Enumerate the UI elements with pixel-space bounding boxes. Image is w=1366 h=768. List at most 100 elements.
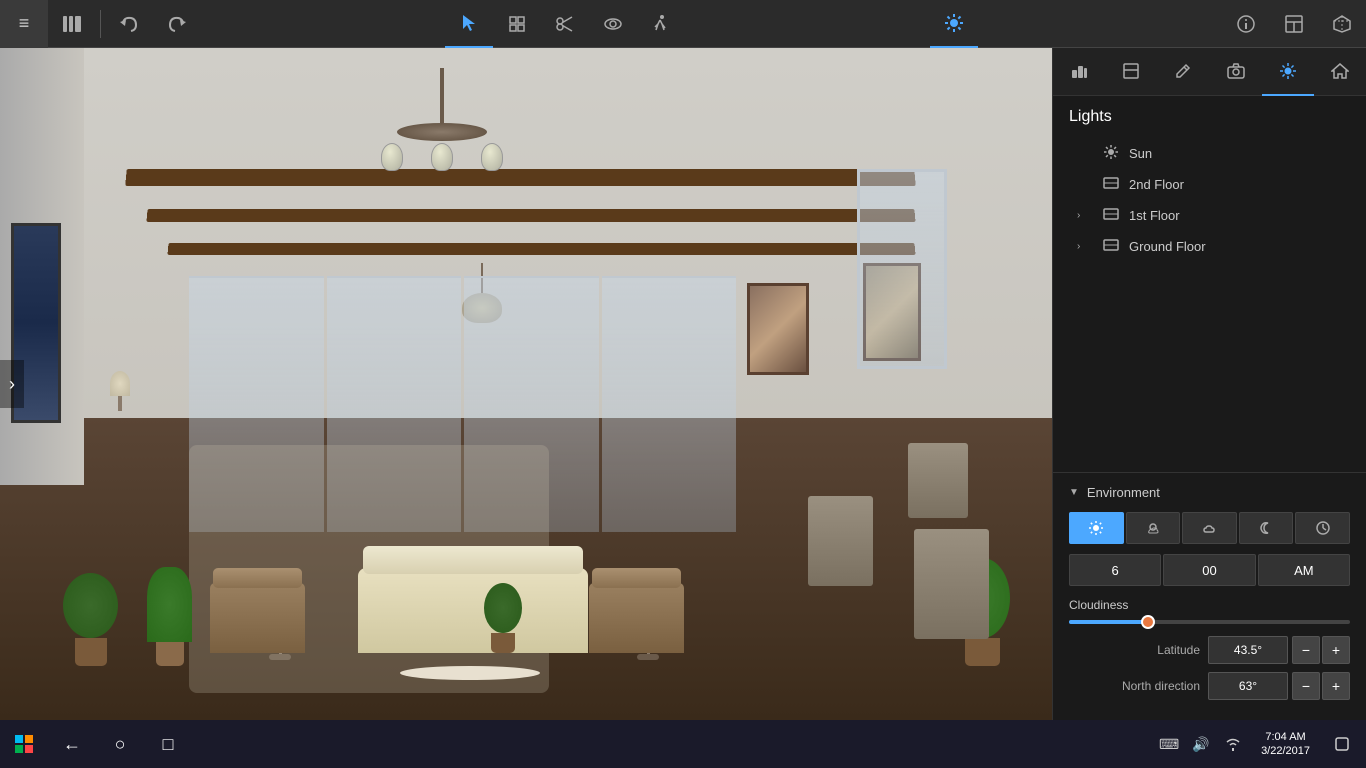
cloudiness-thumb[interactable] xyxy=(1141,615,1155,629)
env-time-btn[interactable] xyxy=(1295,512,1350,544)
keyboard-icon[interactable]: ⌨ xyxy=(1157,732,1181,756)
sofa xyxy=(358,568,588,653)
time-minute-field[interactable]: 00 xyxy=(1163,554,1255,586)
panel-camera-btn[interactable] xyxy=(1210,48,1262,96)
env-chevron-icon: ▼ xyxy=(1069,487,1079,498)
cloudiness-fill xyxy=(1069,620,1148,624)
panel-spacer xyxy=(1053,274,1366,472)
redo-button[interactable] xyxy=(153,0,201,48)
armchair-2 xyxy=(589,583,684,653)
env-partly-btn[interactable] xyxy=(1126,512,1181,544)
panel-lights-btn[interactable] xyxy=(1262,48,1314,96)
dining-chair-2 xyxy=(808,496,873,586)
network-icon[interactable] xyxy=(1221,732,1245,756)
panel-icon-bar xyxy=(1053,48,1366,96)
north-minus-btn[interactable]: − xyxy=(1292,672,1320,700)
apps-button[interactable]: □ xyxy=(144,720,192,768)
info-tool[interactable] xyxy=(1222,0,1270,48)
taskbar-right: ⌨ 🔊 7:04 AM 3/22/2017 xyxy=(1157,728,1366,760)
1st-floor-light-icon xyxy=(1103,206,1119,225)
3d-tool[interactable] xyxy=(1318,0,1366,48)
latitude-plus-btn[interactable]: + xyxy=(1322,636,1350,664)
2nd-floor-light-item[interactable]: › 2nd Floor xyxy=(1069,169,1350,200)
time-hour-field[interactable]: 6 xyxy=(1069,554,1161,586)
taskbar-date: 3/22/2017 xyxy=(1261,744,1310,758)
top-toolbar: ≡ xyxy=(0,0,1366,48)
time-bar: 6 00 AM xyxy=(1069,554,1350,586)
lights-section: Lights › Sun › 2nd Floor › 1st Floor xyxy=(1053,96,1366,274)
painting-1 xyxy=(747,283,809,375)
back-button[interactable]: ← xyxy=(48,720,96,768)
scissors-tool[interactable] xyxy=(541,0,589,48)
wall-lamp xyxy=(105,371,135,411)
env-type-bar xyxy=(1069,512,1350,544)
coffee-table xyxy=(400,666,540,680)
lights-tool[interactable] xyxy=(930,0,978,48)
panel-decor-btn[interactable] xyxy=(1053,48,1105,96)
cloudiness-slider[interactable] xyxy=(1069,620,1350,624)
menu-button[interactable]: ≡ xyxy=(0,0,48,48)
ceiling-beam-2 xyxy=(147,209,916,222)
home-button[interactable]: ○ xyxy=(96,720,144,768)
ceiling-beam-1 xyxy=(126,169,916,186)
plant-1 xyxy=(63,573,118,666)
latitude-input[interactable]: 43.5° xyxy=(1208,636,1288,664)
plant-2 xyxy=(147,567,192,666)
environment-header[interactable]: ▼ Environment xyxy=(1069,485,1350,500)
environment-title: Environment xyxy=(1087,485,1160,500)
sun-light-item[interactable]: › Sun xyxy=(1069,138,1350,169)
latitude-row: Latitude 43.5° − + xyxy=(1069,636,1350,664)
ground-floor-light-item[interactable]: › Ground Floor xyxy=(1069,231,1350,262)
1st-floor-expand[interactable]: › xyxy=(1077,210,1089,221)
ground-floor-expand[interactable]: › xyxy=(1077,241,1089,252)
right-panel: Lights › Sun › 2nd Floor › 1st Floor xyxy=(1052,48,1366,720)
dining-chair-1 xyxy=(914,529,989,639)
panel-home-btn[interactable] xyxy=(1314,48,1366,96)
env-night-btn[interactable] xyxy=(1239,512,1294,544)
latitude-label: Latitude xyxy=(1069,643,1200,657)
view-tool[interactable] xyxy=(589,0,637,48)
taskbar-clock[interactable]: 7:04 AM 3/22/2017 xyxy=(1253,730,1318,759)
objects-tool[interactable] xyxy=(493,0,541,48)
sun-light-label: Sun xyxy=(1129,146,1342,161)
select-tool[interactable] xyxy=(445,0,493,48)
plant-3 xyxy=(484,583,522,653)
environment-section: ▼ Environment 6 00 AM xyxy=(1053,472,1366,720)
north-direction-input[interactable]: 63° xyxy=(1208,672,1288,700)
ground-floor-light-label: Ground Floor xyxy=(1129,239,1342,254)
1st-floor-light-label: 1st Floor xyxy=(1129,208,1342,223)
nav-arrow[interactable]: › xyxy=(0,360,24,408)
undo-button[interactable] xyxy=(105,0,153,48)
2nd-floor-light-icon xyxy=(1103,175,1119,194)
north-plus-btn[interactable]: + xyxy=(1322,672,1350,700)
lights-title: Lights xyxy=(1069,108,1350,126)
taskbar-time: 7:04 AM xyxy=(1265,730,1305,744)
armchair-1 xyxy=(210,583,305,653)
dining-chair-3 xyxy=(908,443,968,518)
library-button[interactable] xyxy=(48,0,96,48)
notification-btn[interactable] xyxy=(1326,728,1358,760)
time-ampm-field[interactable]: AM xyxy=(1258,554,1350,586)
right-window xyxy=(857,169,947,369)
layout-tool[interactable] xyxy=(1270,0,1318,48)
walk-tool[interactable] xyxy=(637,0,685,48)
2nd-floor-light-label: 2nd Floor xyxy=(1129,177,1342,192)
3d-viewport[interactable]: › xyxy=(0,48,1052,720)
1st-floor-light-item[interactable]: › 1st Floor xyxy=(1069,200,1350,231)
latitude-minus-btn[interactable]: − xyxy=(1292,636,1320,664)
north-direction-row: North direction 63° − + xyxy=(1069,672,1350,700)
env-cloudy-btn[interactable] xyxy=(1182,512,1237,544)
volume-icon[interactable]: 🔊 xyxy=(1189,732,1213,756)
env-clear-btn[interactable] xyxy=(1069,512,1124,544)
panel-edit-btn[interactable] xyxy=(1157,48,1209,96)
separator1 xyxy=(100,10,101,38)
north-direction-label: North direction xyxy=(1069,679,1200,693)
sun-light-icon xyxy=(1103,144,1119,163)
cloudiness-row: Cloudiness xyxy=(1069,598,1350,624)
start-button[interactable] xyxy=(0,720,48,768)
taskbar: ← ○ □ ⌨ 🔊 7:04 AM 3/22/2017 xyxy=(0,720,1366,768)
ceiling-beam-3 xyxy=(168,243,916,255)
ground-floor-light-icon xyxy=(1103,237,1119,256)
chandelier xyxy=(367,68,517,171)
panel-build-btn[interactable] xyxy=(1105,48,1157,96)
